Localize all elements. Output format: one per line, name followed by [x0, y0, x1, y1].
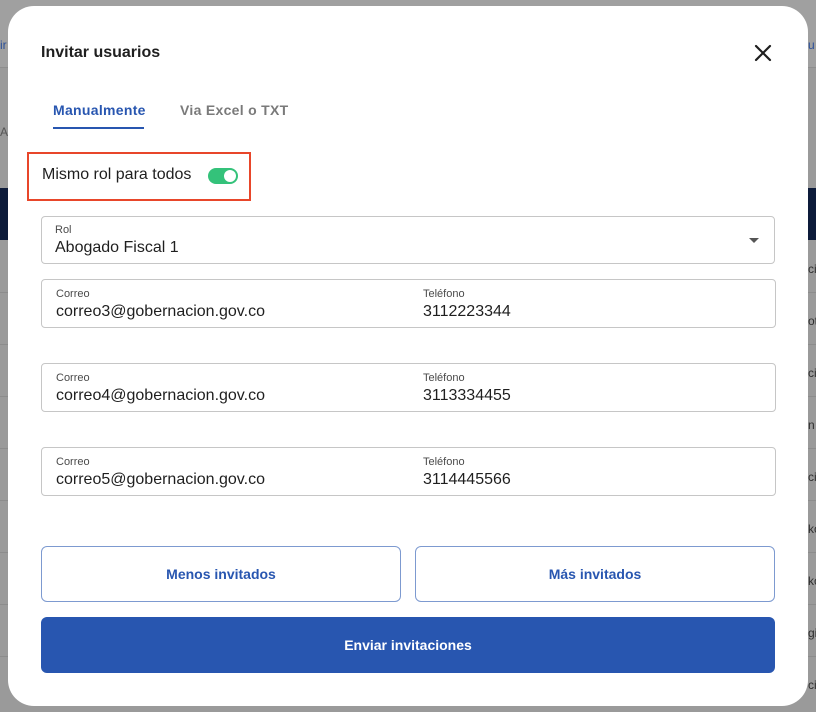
phone-label: Teléfono: [423, 288, 465, 300]
background-edge-text: ci: [808, 678, 816, 692]
email-label: Correo: [56, 372, 90, 384]
tab-active-indicator: [53, 127, 144, 129]
background-edge-text: n: [808, 418, 815, 432]
phone-label: Teléfono: [423, 456, 465, 468]
background-edge-text: ko: [808, 574, 816, 588]
send-invitations-button[interactable]: Enviar invitaciones: [41, 617, 775, 673]
background-edge-text: gi: [808, 626, 816, 640]
chevron-down-icon: [749, 238, 759, 243]
close-icon: [754, 44, 772, 62]
email-field[interactable]: correo4@gobernacion.gov.co: [56, 387, 265, 405]
invitee-row: Correo correo3@gobernacion.gov.co Teléfo…: [41, 279, 776, 328]
more-invitees-button[interactable]: Más invitados: [415, 546, 775, 602]
background-edge-text: ci: [808, 366, 816, 380]
modal-title: Invitar usuarios: [41, 44, 161, 61]
toggle-knob: [224, 170, 236, 182]
background-edge-text: ci: [808, 470, 816, 484]
background-edge-text: ir: [0, 38, 7, 52]
role-value: Abogado Fiscal 1: [55, 239, 179, 256]
close-button[interactable]: [750, 40, 776, 66]
background-edge-text: ci: [808, 262, 816, 276]
tab-excel-txt[interactable]: Via Excel o TXT: [180, 94, 289, 134]
email-field[interactable]: correo3@gobernacion.gov.co: [56, 303, 265, 321]
email-label: Correo: [56, 456, 90, 468]
phone-field[interactable]: 3114445566: [423, 471, 511, 489]
same-role-label: Mismo rol para todos: [42, 166, 192, 183]
invitee-row: Correo correo4@gobernacion.gov.co Teléfo…: [41, 363, 776, 412]
background-edge-text: ko: [808, 522, 816, 536]
phone-label: Teléfono: [423, 372, 465, 384]
role-select[interactable]: Rol Abogado Fiscal 1: [41, 216, 775, 264]
background-edge-text: u: [808, 38, 815, 52]
phone-field[interactable]: 3113334455: [423, 387, 511, 405]
same-role-toggle[interactable]: [208, 168, 238, 184]
email-label: Correo: [56, 288, 90, 300]
background-edge-text: ot: [808, 314, 816, 328]
email-field[interactable]: correo5@gobernacion.gov.co: [56, 471, 265, 489]
invitee-row: Correo correo5@gobernacion.gov.co Teléfo…: [41, 447, 776, 496]
role-label: Rol: [55, 224, 72, 236]
less-invitees-button[interactable]: Menos invitados: [41, 546, 401, 602]
invite-users-modal: Invitar usuarios Manualmente Via Excel o…: [8, 6, 808, 706]
phone-field[interactable]: 3112223344: [423, 303, 511, 321]
